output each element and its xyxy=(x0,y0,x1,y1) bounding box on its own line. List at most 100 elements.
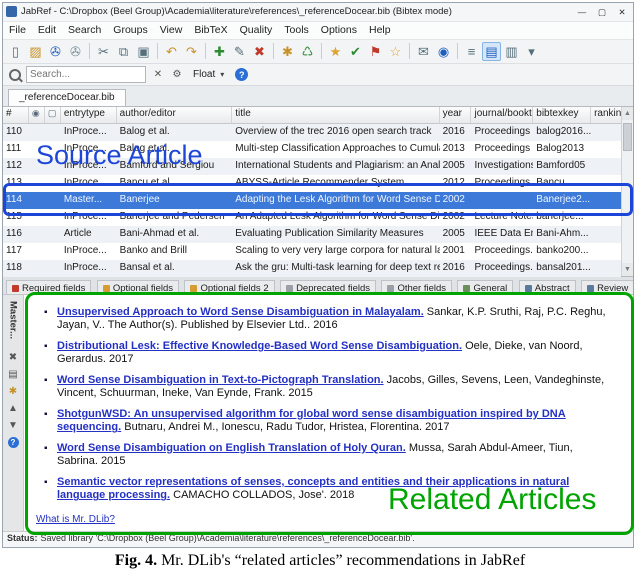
table-row[interactable]: 113 InProce... Bancu et al. ABYSS-Articl… xyxy=(3,175,621,192)
quality-assured-icon[interactable]: ✔ xyxy=(346,42,365,61)
cell-web xyxy=(29,226,45,243)
search-mode-dropdown[interactable]: Float xyxy=(193,69,215,80)
previous-entry-icon[interactable]: ▲ xyxy=(8,403,18,414)
header-bibtexkey[interactable]: bibtexkey xyxy=(533,107,591,123)
table-row[interactable]: 115 InProce... Banerjee and Pedersen An … xyxy=(3,209,621,226)
send-email-icon[interactable]: ✉ xyxy=(414,42,433,61)
recommendation-item: Word Sense Disambiguation in Text-to-Pic… xyxy=(44,374,615,401)
tab-review[interactable]: Review xyxy=(581,280,633,295)
cut-icon[interactable]: ✂ xyxy=(94,42,113,61)
table-row[interactable]: 110 InProce... Balog et al. Overview of … xyxy=(3,124,621,141)
table-row[interactable]: 112 InProce... Bamford and Sergiou Inter… xyxy=(3,158,621,175)
header-author[interactable]: author/editor xyxy=(117,107,233,123)
maximize-button[interactable]: ▢ xyxy=(594,4,610,20)
tab-label: Review xyxy=(597,283,628,294)
tab-required-fields[interactable]: Required fields xyxy=(6,280,91,295)
menu-search[interactable]: Search xyxy=(62,22,107,39)
minimize-button[interactable]: — xyxy=(574,4,590,20)
scrollbar-thumb[interactable] xyxy=(623,123,632,151)
new-library-icon[interactable]: ▯ xyxy=(6,42,25,61)
preview-toggle-icon[interactable]: ▤ xyxy=(482,42,501,61)
header-file-column[interactable]: ▢ xyxy=(45,107,61,123)
what-is-mrdlib-link[interactable]: What is Mr. DLib? xyxy=(36,514,115,525)
header-year[interactable]: year xyxy=(440,107,472,123)
entry-help-icon[interactable]: ? xyxy=(8,437,19,448)
cleanup-icon[interactable]: ♺ xyxy=(298,42,317,61)
undo-icon[interactable]: ↶ xyxy=(162,42,181,61)
menu-options[interactable]: Options xyxy=(315,22,363,39)
table-row[interactable]: 116 Article Bani-Ahmad et al. Evaluating… xyxy=(3,226,621,243)
generate-keys-icon[interactable]: ✱ xyxy=(278,42,297,61)
tab-optional-fields[interactable]: Optional fields xyxy=(97,280,179,295)
save-all-icon[interactable]: ✇ xyxy=(66,42,85,61)
show-source-icon[interactable]: ▤ xyxy=(8,369,17,380)
library-tab[interactable]: _referenceDocear.bib xyxy=(8,89,126,106)
cell-number: 110 xyxy=(3,124,29,141)
caption-label: Fig. 4. xyxy=(115,552,157,569)
ranking-icon[interactable]: ☆ xyxy=(386,42,405,61)
delete-entry-icon[interactable]: ✖ xyxy=(250,42,269,61)
next-entry-icon[interactable]: ▼ xyxy=(8,420,18,431)
tab-abstract[interactable]: Abstract xyxy=(519,280,576,295)
menu-file[interactable]: File xyxy=(3,22,32,39)
menu-edit[interactable]: Edit xyxy=(32,22,62,39)
recommendation-link[interactable]: Word Sense Disambiguation in Text-to-Pic… xyxy=(57,374,384,386)
chevron-down-icon[interactable]: ▾ xyxy=(220,70,224,79)
menu-bibtex[interactable]: BibTeX xyxy=(188,22,233,39)
recommendation-link[interactable]: Distributional Lesk: Effective Knowledge… xyxy=(57,340,462,352)
menu-tools[interactable]: Tools xyxy=(278,22,315,39)
clear-search-icon[interactable]: ✕ xyxy=(151,69,165,80)
search-input[interactable] xyxy=(26,66,146,83)
generate-key-icon[interactable]: ✱ xyxy=(9,386,17,397)
style-dropdown-icon[interactable]: ▾ xyxy=(522,42,541,61)
close-button[interactable]: ✕ xyxy=(614,4,630,20)
figure-caption: Fig. 4.Mr. DLib's “related articles” rec… xyxy=(0,552,640,570)
header-web-column[interactable]: ◉ xyxy=(29,107,45,123)
new-entry-icon[interactable]: ✚ xyxy=(210,42,229,61)
recommendation-link[interactable]: Word Sense Disambiguation on English Tra… xyxy=(57,442,406,454)
menu-view[interactable]: View xyxy=(154,22,189,39)
search-settings-icon[interactable]: ⚙ xyxy=(170,69,184,80)
header-entrytype[interactable]: entrytype xyxy=(61,107,117,123)
priority-icon[interactable]: ⚑ xyxy=(366,42,385,61)
copy-icon[interactable]: ⧉ xyxy=(114,42,133,61)
save-library-icon[interactable]: ✇ xyxy=(46,42,65,61)
entry-editor: Master... ✖ ▤ ✱ ▲ ▼ ? Unsupervised Appro… xyxy=(3,295,633,532)
header-journal[interactable]: journal/bookt... xyxy=(471,107,533,123)
search-help-icon[interactable]: ? xyxy=(235,68,248,81)
scroll-up-icon[interactable]: ▲ xyxy=(622,107,633,120)
open-library-icon[interactable]: ▨ xyxy=(26,42,45,61)
web-search-icon[interactable]: ◉ xyxy=(434,42,453,61)
cell-journal: Proceedings xyxy=(471,141,533,158)
table-row[interactable]: 117 InProce... Banko and Brill Scaling t… xyxy=(3,243,621,260)
tab-label: Other fields xyxy=(397,283,446,294)
groups-toggle-icon[interactable]: ≡ xyxy=(462,42,481,61)
cell-author: Bansal et al. xyxy=(117,260,233,277)
header-title[interactable]: title xyxy=(232,107,439,123)
header-number[interactable]: # xyxy=(3,107,29,123)
table-row[interactable]: 118 InProce... Bansal et al. Ask the gru… xyxy=(3,260,621,277)
close-entry-icon[interactable]: ✖ xyxy=(9,352,17,363)
menu-groups[interactable]: Groups xyxy=(107,22,153,39)
table-row-selected[interactable]: 114 Master... Banerjee Adapting the Lesk… xyxy=(3,192,621,209)
cell-entrytype: InProce... xyxy=(61,158,117,175)
file-column-icon: ▢ xyxy=(48,108,57,118)
recommendation-link[interactable]: Unsupervised Approach to Word Sense Disa… xyxy=(57,306,424,318)
edit-entry-icon[interactable]: ✎ xyxy=(230,42,249,61)
menu-help[interactable]: Help xyxy=(363,22,397,39)
table-row[interactable]: 111 InProce... Balog et al. Multi-step C… xyxy=(3,141,621,158)
header-ranking[interactable]: ranking xyxy=(591,107,621,123)
tab-optional-fields-2[interactable]: Optional fields 2 xyxy=(184,280,274,295)
tab-general[interactable]: General xyxy=(457,280,513,295)
cell-author: Bancu et al. xyxy=(117,175,233,192)
tab-deprecated-fields[interactable]: Deprecated fields xyxy=(280,280,376,295)
redo-icon[interactable]: ↷ xyxy=(182,42,201,61)
mark-entries-icon[interactable]: ★ xyxy=(326,42,345,61)
tab-other-fields[interactable]: Other fields xyxy=(381,280,452,295)
cell-bibtexkey: Bani-Ahm... xyxy=(533,226,591,243)
scroll-down-icon[interactable]: ▼ xyxy=(622,263,633,276)
menu-quality[interactable]: Quality xyxy=(234,22,279,39)
table-scrollbar[interactable]: ▲ ▼ xyxy=(621,107,633,276)
paste-icon[interactable]: ▣ xyxy=(134,42,153,61)
layout-toggle-icon[interactable]: ▥ xyxy=(502,42,521,61)
